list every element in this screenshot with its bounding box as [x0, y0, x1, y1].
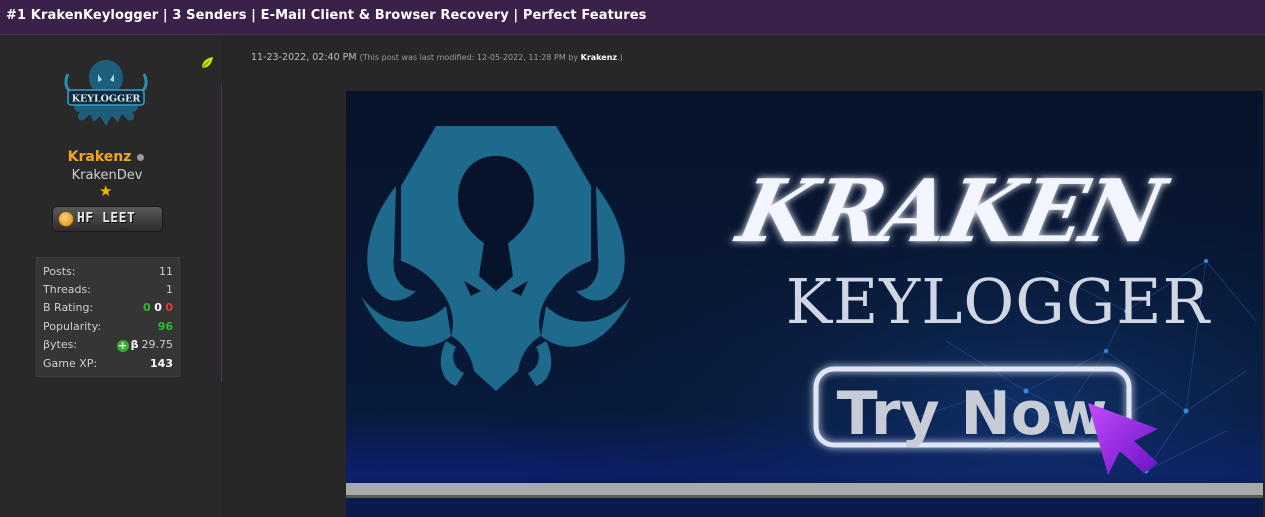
stat-value[interactable]: 1: [166, 283, 173, 296]
sidebar-divider: [221, 84, 222, 382]
leaf-icon[interactable]: [200, 56, 214, 70]
thread-title-bar: #1 KrakenKeylogger | 3 Senders | E-Mail …: [0, 0, 1265, 35]
stat-label: B Rating:: [43, 301, 94, 315]
stat-posts[interactable]: Posts: 11: [43, 262, 173, 280]
offline-status-icon: [137, 153, 145, 161]
rating-neutral: 0: [154, 301, 162, 315]
avatar-label: KEYLOGGER: [72, 94, 141, 105]
stat-label: βytes:: [43, 338, 78, 352]
username[interactable]: Krakenz: [0, 149, 212, 165]
stat-label: Popularity:: [43, 319, 102, 333]
bytes-amount: 29.75: [141, 337, 174, 351]
stat-popularity[interactable]: Popularity: 96: [43, 317, 173, 335]
post-date[interactable]: 11-23-2022, 02:40 PM: [251, 52, 357, 63]
user-group-badge: HF LEET: [52, 206, 163, 232]
stat-bytes[interactable]: βytes: + β 29.75: [43, 336, 173, 354]
stat-value[interactable]: 11: [159, 265, 173, 278]
stat-b-rating[interactable]: B Rating: 0 0 0: [43, 299, 173, 317]
post-meta: 11-23-2022, 02:40 PM (This post was last…: [251, 52, 623, 63]
modified-text: (This post was last modified: 12-05-2022…: [359, 53, 579, 62]
modified-by-link[interactable]: Krakenz: [581, 53, 617, 62]
star-icon: ★: [99, 182, 113, 200]
username-text[interactable]: Krakenz: [68, 149, 132, 165]
user-avatar[interactable]: KEYLOGGER: [58, 54, 154, 134]
stat-label: Threads:: [43, 283, 91, 297]
post-modified-note: (This post was last modified: 12-05-2022…: [360, 53, 623, 62]
banner-cta-text: Try Now: [837, 379, 1108, 449]
stat-label: Game XP:: [43, 356, 98, 370]
coin-icon: [58, 211, 74, 227]
stat-value[interactable]: 0 0 0: [143, 301, 173, 314]
stat-label: Posts:: [43, 264, 76, 278]
banner-brand-text: KRAKEN: [727, 160, 1177, 262]
plus-circle-icon[interactable]: +: [116, 339, 129, 352]
user-title: KrakenDev: [71, 168, 143, 183]
modified-suffix: .): [617, 53, 623, 62]
stat-value[interactable]: + β 29.75: [116, 337, 174, 352]
banner-product-text: KEYLOGGER: [786, 265, 1212, 338]
kraken-banner-image: KRAKEN KEYLOGGER Try Now: [346, 91, 1263, 517]
badge-label: HF LEET: [77, 211, 136, 226]
rating-negative: 0: [165, 301, 173, 315]
stat-value: 143: [150, 356, 173, 370]
user-stats-box: Posts: 11 Threads: 1 B Rating: 0 0 0 Pop…: [36, 257, 180, 377]
rating-positive: 0: [143, 301, 151, 315]
stat-game-xp[interactable]: Game XP: 143: [43, 354, 173, 372]
stat-threads[interactable]: Threads: 1: [43, 280, 173, 298]
thread-title: #1 KrakenKeylogger | 3 Senders | E-Mail …: [6, 8, 647, 23]
stat-value[interactable]: 96: [158, 320, 173, 333]
bytes-symbol: β: [130, 337, 139, 351]
